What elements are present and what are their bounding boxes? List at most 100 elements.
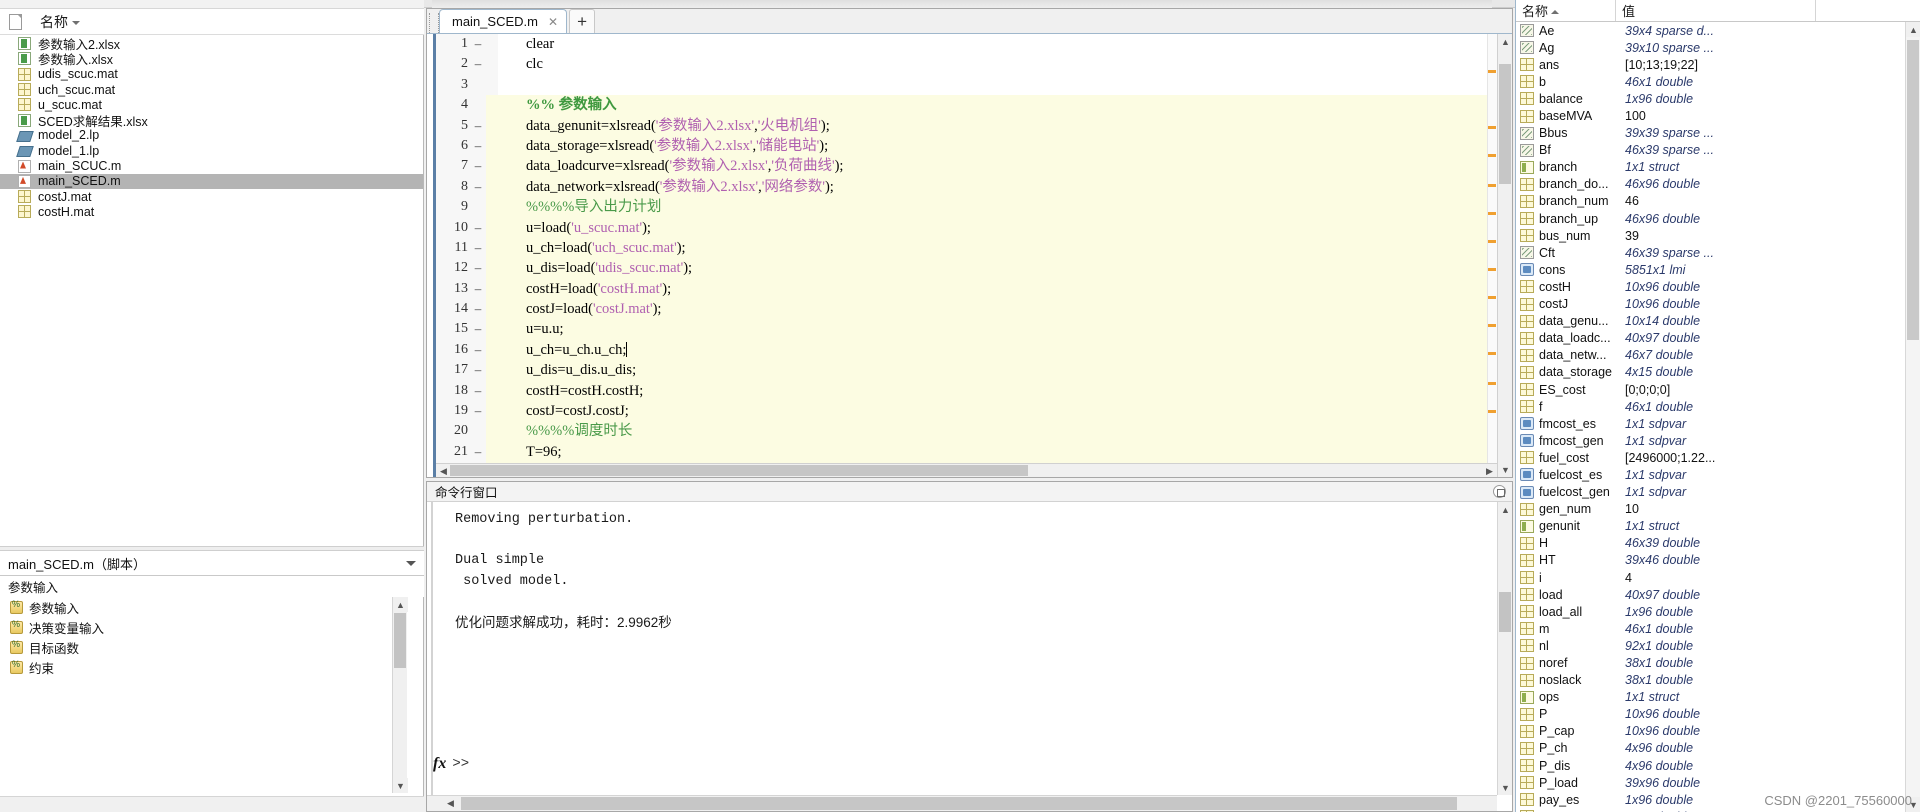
workspace-variable-row[interactable]: Ae 39x4 sparse d... — [1516, 22, 1906, 39]
workspace-variable-row[interactable]: P 10x96 double — [1516, 706, 1906, 723]
scrollbar-thumb-horizontal[interactable] — [450, 465, 1028, 476]
workspace-vertical-scrollbar[interactable]: ▲ ▼ — [1905, 22, 1920, 812]
workspace-variable-row[interactable]: branch 1x1 struct — [1516, 159, 1906, 176]
scroll-down-arrow-icon[interactable]: ▼ — [393, 778, 408, 793]
scroll-left-arrow-icon[interactable]: ◀ — [436, 464, 451, 477]
tab-main-sced[interactable]: main_SCED.m ✕ — [439, 9, 568, 33]
workspace-variable-row[interactable]: data_netw... 46x7 double — [1516, 347, 1906, 364]
workspace-variable-row[interactable]: ans [10;13;19;22] — [1516, 56, 1906, 73]
scrollbar-thumb[interactable] — [394, 613, 406, 668]
workspace-variable-row[interactable]: balance 1x96 double — [1516, 90, 1906, 107]
code-line[interactable]: 11– u_ch=load('uch_scuc.mat'); — [436, 237, 1487, 259]
workspace-variable-row[interactable]: H 46x39 double — [1516, 535, 1906, 552]
workspace-variable-list[interactable]: Ae 39x4 sparse d... Ag 39x10 sparse ... ans [… — [1516, 22, 1906, 812]
code-line[interactable]: 15– u=u.u; — [436, 319, 1487, 340]
scroll-up-arrow-icon[interactable]: ▲ — [1498, 502, 1512, 517]
workspace-variable-row[interactable]: fmcost_gen 1x1 sdpvar — [1516, 432, 1906, 449]
code-line[interactable]: 18– costH=costH.costH; — [436, 380, 1487, 402]
workspace-variable-row[interactable]: genunit 1x1 struct — [1516, 518, 1906, 535]
workspace-variable-row[interactable]: gen_num 10 — [1516, 501, 1906, 518]
code-line[interactable]: 4 %% 参数输入 — [436, 95, 1487, 116]
workspace-variable-row[interactable]: costH 10x96 double — [1516, 278, 1906, 295]
code-lines[interactable]: 1– clear 2– clc 3 4%% 参数输入 5– data_genunit=xlsr… — [436, 34, 1487, 463]
code-line[interactable]: 6– data_storage=xlsread('参数输入2.xlsx','储能电… — [436, 135, 1487, 157]
editor-vertical-scrollbar[interactable]: ▲ ▼ — [1497, 34, 1512, 477]
code-line[interactable]: 16– u_ch=u_ch.u_ch; — [436, 339, 1487, 361]
workspace-variable-row[interactable]: Bf 46x39 sparse ... — [1516, 142, 1906, 159]
scroll-down-arrow-icon[interactable]: ▼ — [1498, 780, 1512, 795]
file-item[interactable]: costH.mat — [0, 204, 423, 219]
code-line[interactable]: 5– data_genunit=xlsread('参数输入2.xlsx','火电机… — [436, 115, 1487, 136]
code-line[interactable]: 17– u_dis=u_dis.u_dis; — [436, 360, 1487, 381]
code-line[interactable]: 10– u=load('u_scuc.mat'); — [436, 217, 1487, 238]
workspace-variable-row[interactable]: cons 5851x1 lmi — [1516, 261, 1906, 278]
command-prompt[interactable]: fx >> — [433, 755, 469, 773]
workspace-variable-row[interactable]: f 46x1 double — [1516, 398, 1906, 415]
file-item[interactable]: uch_scuc.mat — [0, 82, 423, 97]
code-line[interactable]: 14– costJ=load('costJ.mat'); — [436, 299, 1487, 320]
workspace-variable-row[interactable]: HT 39x46 double — [1516, 552, 1906, 569]
workspace-value-column-header[interactable]: 值 — [1616, 0, 1816, 21]
workspace-variable-row[interactable]: Bbus 39x39 sparse ... — [1516, 125, 1906, 142]
command-horizontal-scrollbar[interactable]: ◀ — [427, 795, 1497, 811]
workspace-variable-row[interactable]: P_cap 10x96 double — [1516, 723, 1906, 740]
code-line[interactable]: 9 %%%%导入出力计划 — [436, 197, 1487, 218]
workspace-variable-row[interactable]: Cft 46x39 sparse ... — [1516, 244, 1906, 261]
workspace-variable-row[interactable]: m 46x1 double — [1516, 620, 1906, 637]
code-editor-area[interactable]: 1– clear 2– clc 3 4%% 参数输入 5– data_genunit=xlsr… — [427, 34, 1512, 477]
scrollbar-thumb[interactable] — [1499, 64, 1511, 184]
file-item[interactable]: costJ.mat — [0, 189, 423, 204]
workspace-variable-row[interactable]: branch_do... 46x96 double — [1516, 176, 1906, 193]
workspace-variable-row[interactable]: noref 38x1 double — [1516, 654, 1906, 671]
workspace-variable-row[interactable]: fmcost_es 1x1 sdpvar — [1516, 415, 1906, 432]
scroll-up-arrow-icon[interactable]: ▲ — [1906, 22, 1920, 37]
code-line[interactable]: 8– data_network=xlsread('参数输入2.xlsx','网络参… — [436, 176, 1487, 198]
workspace-variable-row[interactable]: branch_num 46 — [1516, 193, 1906, 210]
scroll-up-arrow-icon[interactable]: ▲ — [1498, 34, 1512, 49]
workspace-variable-row[interactable]: baseMVA 100 — [1516, 107, 1906, 124]
workspace-variable-row[interactable]: data_storage 4x15 double — [1516, 364, 1906, 381]
file-list[interactable]: 参数输入2.xlsx 参数输入.xlsx udis_scuc.mat uch_scuc… — [0, 36, 423, 546]
code-line[interactable]: 1– clear — [436, 34, 1487, 55]
details-outline-tree[interactable]: 参数输入决策变量输入目标函数约束 — [0, 597, 408, 793]
workspace-variable-row[interactable]: fuelcost_gen 1x1 sdpvar — [1516, 484, 1906, 501]
workspace-variable-row[interactable]: i4 — [1516, 569, 1906, 586]
workspace-variable-row[interactable]: data_genu... 10x14 double — [1516, 313, 1906, 330]
scroll-left-arrow-icon[interactable]: ◀ — [443, 796, 458, 811]
scrollbar-thumb-horizontal[interactable] — [461, 797, 1457, 810]
outline-item[interactable]: 目标函数 — [0, 637, 408, 657]
scrollbar-thumb[interactable] — [1907, 40, 1919, 340]
workspace-variable-row[interactable]: noslack 38x1 double — [1516, 672, 1906, 689]
scroll-down-arrow-icon[interactable]: ▼ — [1498, 462, 1512, 477]
file-item[interactable]: 参数输入.xlsx — [0, 51, 423, 67]
scroll-up-arrow-icon[interactable]: ▲ — [393, 597, 408, 612]
code-line[interactable]: 3 — [436, 74, 1487, 96]
scroll-right-arrow-icon[interactable]: ▶ — [1482, 464, 1497, 477]
command-vertical-scrollbar[interactable]: ▲ ▼ — [1497, 502, 1512, 795]
workspace-variable-row[interactable]: ES_cost [0;0;0;0] — [1516, 381, 1906, 398]
code-line[interactable]: 20 %%%%调度时长 — [436, 421, 1487, 442]
workspace-variable-row[interactable]: bus_num 39 — [1516, 227, 1906, 244]
details-vertical-scrollbar[interactable]: ▲ ▼ — [392, 597, 408, 793]
file-item[interactable]: model_1.lp — [0, 143, 423, 158]
workspace-variable-row[interactable]: costJ 10x96 double — [1516, 296, 1906, 313]
code-line[interactable]: 2– clc — [436, 54, 1487, 75]
workspace-variable-row[interactable]: branch_up 46x96 double — [1516, 210, 1906, 227]
undock-icon[interactable] — [1493, 485, 1506, 498]
code-line[interactable]: 7– data_loadcurve=xlsread('参数输入2.xlsx','负… — [436, 156, 1487, 177]
workspace-variable-row[interactable]: load 40x97 double — [1516, 586, 1906, 603]
command-window-body[interactable]: Removing perturbation. Dual simple solve… — [427, 502, 1512, 811]
file-item[interactable]: main_SCED.m — [0, 173, 423, 189]
outline-item[interactable]: 决策变量输入 — [0, 617, 408, 637]
workspace-variable-row[interactable]: P_load 39x96 double — [1516, 774, 1906, 791]
code-line[interactable]: 13– costH=load('costH.mat'); — [436, 278, 1487, 300]
outline-item[interactable]: 参数输入 — [0, 597, 408, 617]
workspace-variable-row[interactable]: b 46x1 double — [1516, 73, 1906, 90]
scrollbar-thumb[interactable] — [1499, 592, 1511, 632]
workspace-variable-row[interactable]: Ag 39x10 sparse ... — [1516, 39, 1906, 56]
outline-item[interactable]: 约束 — [0, 657, 408, 677]
chevron-down-icon[interactable] — [406, 560, 416, 566]
workspace-variable-row[interactable]: data_loadc... 40x97 double — [1516, 330, 1906, 347]
workspace-variable-row[interactable]: P_dis 4x96 double — [1516, 757, 1906, 774]
code-line[interactable]: 21– T=96; — [436, 441, 1487, 463]
